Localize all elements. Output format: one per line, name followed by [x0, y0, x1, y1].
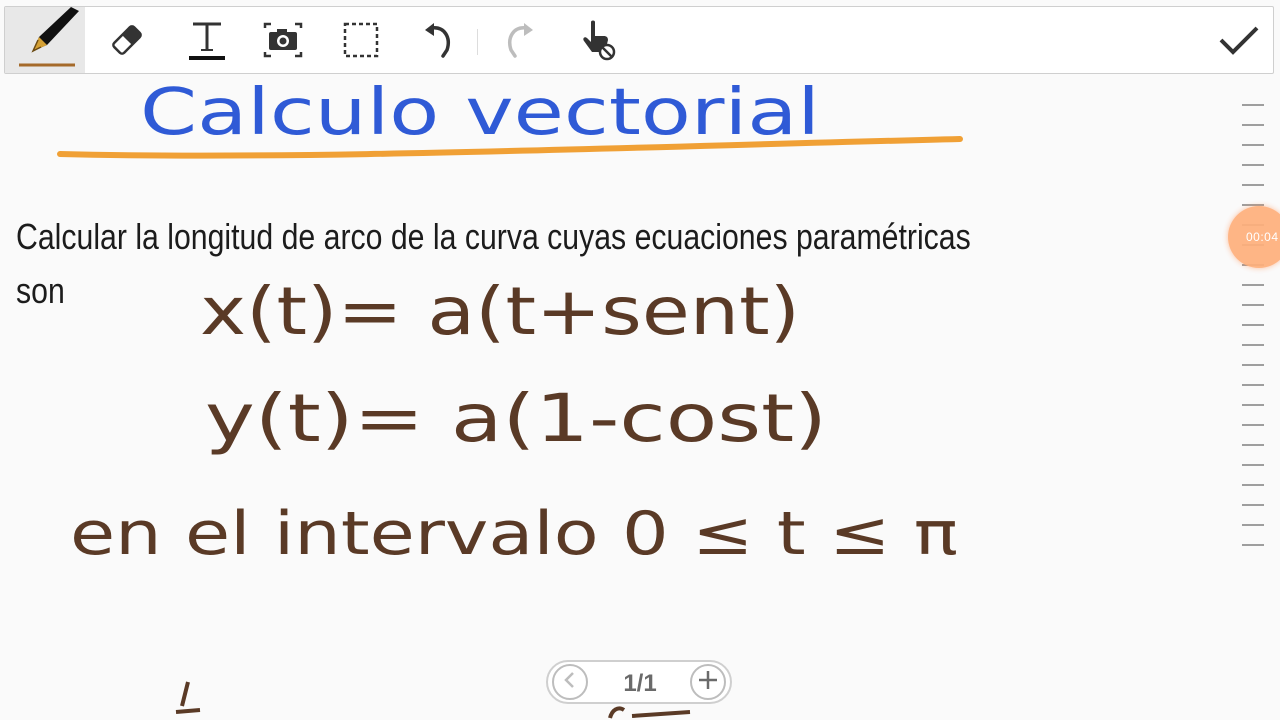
- timeline-tick: [1242, 364, 1264, 366]
- timeline-tick: [1242, 524, 1264, 526]
- camera-tool-button[interactable]: [247, 7, 319, 73]
- equation-y: y(t)= a(1-cost): [205, 380, 827, 457]
- checkmark-icon: [1217, 22, 1261, 58]
- undo-button[interactable]: [403, 7, 475, 73]
- timeline-tick: [1242, 404, 1264, 406]
- camera-icon: [261, 20, 305, 60]
- timeline-tick: [1242, 344, 1264, 346]
- timeline-tick: [1242, 284, 1264, 286]
- add-page-button[interactable]: [690, 664, 726, 700]
- timeline-tick: [1242, 124, 1264, 126]
- timeline-tick: [1242, 544, 1264, 546]
- timeline-tick: [1242, 164, 1264, 166]
- toolbar: [4, 6, 1274, 74]
- note-canvas[interactable]: Calculo vectorial x(t)= a(t+sent) y(t)= …: [0, 76, 1280, 720]
- problem-line-2: son: [16, 270, 65, 311]
- plus-icon: [697, 669, 719, 696]
- redo-icon: [501, 20, 537, 60]
- pen-tool-button[interactable]: [5, 7, 85, 73]
- timeline-tick: [1242, 184, 1264, 186]
- timeline-tick: [1242, 384, 1264, 386]
- eraser-tool-button[interactable]: [91, 7, 163, 73]
- page-navigator: 1/1: [546, 660, 732, 704]
- toolbar-divider: [477, 29, 478, 55]
- timeline-tick: [1242, 104, 1264, 106]
- timeline-tick: [1242, 464, 1264, 466]
- note-title: Calculo vectorial: [140, 76, 820, 150]
- timeline-scrubber[interactable]: [1238, 100, 1272, 560]
- timeline-tick: [1242, 444, 1264, 446]
- timeline-tick: [1242, 484, 1264, 486]
- problem-statement: Calcular la longitud de arco de la curva…: [16, 210, 1032, 318]
- done-button[interactable]: [1203, 7, 1275, 73]
- touch-toggle-button[interactable]: [561, 7, 633, 73]
- previous-page-button[interactable]: [552, 664, 588, 700]
- chevron-left-icon: [560, 670, 580, 695]
- undo-icon: [421, 20, 457, 60]
- timeline-tick: [1242, 424, 1264, 426]
- pen-icon: [5, 7, 85, 73]
- timeline-tick: [1242, 304, 1264, 306]
- timeline-tick: [1242, 504, 1264, 506]
- timeline-tick: [1242, 324, 1264, 326]
- selection-icon: [341, 20, 381, 60]
- eraser-icon: [107, 20, 147, 60]
- problem-line-1: Calcular la longitud de arco de la curva…: [16, 216, 971, 257]
- page-indicator: 1/1: [623, 670, 657, 697]
- redo-button[interactable]: [483, 7, 555, 73]
- hand-touch-disabled-icon: [577, 18, 617, 62]
- selection-tool-button[interactable]: [325, 7, 397, 73]
- text-tool-button[interactable]: [171, 7, 243, 73]
- text-icon: [187, 18, 227, 62]
- timeline-time: 00:04: [1246, 230, 1279, 244]
- timeline-tick: [1242, 144, 1264, 146]
- interval-text: en el intervalo 0 ≤ t ≤ π: [70, 499, 958, 569]
- handwriting-layer: Calculo vectorial x(t)= a(t+sent) y(t)= …: [57, 76, 963, 719]
